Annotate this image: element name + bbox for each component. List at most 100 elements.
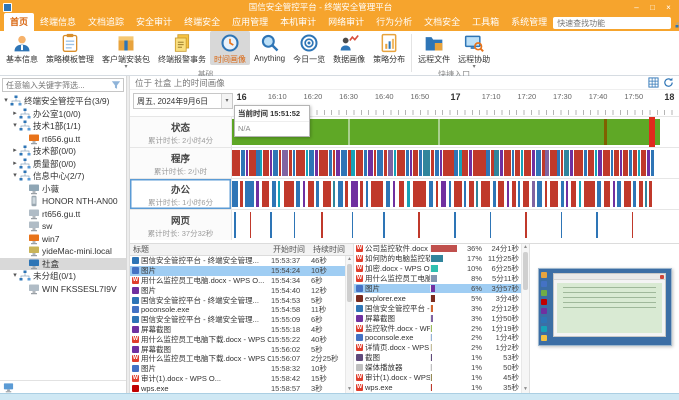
tab-网络审计[interactable]: 网络审计 [322, 13, 370, 31]
timeline-segment [598, 150, 602, 176]
col-start-time[interactable]: 开始时间 [273, 244, 313, 255]
date-picker[interactable]: 周五, 2024年9月6日 ▾ [133, 93, 233, 109]
ribbon: 基本信息策略模板管理客户端安装包▾终端报警事务时间画像Anything今日一览数… [0, 31, 679, 76]
shot-icon [356, 354, 363, 361]
col-duration[interactable]: 持续时间 [313, 244, 353, 255]
usage-scrollbar[interactable]: ▲ ▼ [521, 244, 529, 393]
timeline-row-label[interactable]: 程序累计时长: 2小时 [130, 148, 232, 178]
tab-系统管理[interactable]: 系统管理 [505, 13, 553, 31]
tree-node-sw[interactable]: sw [0, 220, 126, 233]
tick-16:50: 16:50 [410, 92, 429, 101]
tab-工具箱[interactable]: 工具箱 [466, 13, 505, 31]
minimize-button[interactable]: – [629, 1, 644, 14]
timeline-row-状态[interactable]: 状态累计时长: 2小时4分 [130, 116, 679, 147]
ribbon-button-远程文件[interactable]: 远程文件 [414, 31, 454, 65]
timeline-segment [512, 150, 515, 176]
ribbon-button-数据画像[interactable]: 数据画像 [329, 31, 369, 65]
activity-start-time: 15:58:57 [271, 384, 311, 393]
activity-row[interactable]: wps.exe15:58:573秒 [130, 383, 345, 393]
tree-node-信息中心(2/7)[interactable]: ▾信息中心(2/7) [0, 170, 126, 183]
usage-row[interactable]: Wwps.exe1%35秒 [354, 382, 521, 392]
tab-首页[interactable]: 首页 [4, 13, 34, 31]
timeline-row-程序[interactable]: 程序累计时长: 2小时 [130, 147, 679, 178]
expand-arrow-icon[interactable]: ▸ [11, 158, 19, 170]
tree-node-技术1部(1/1)[interactable]: ▾技术1部(1/1) [0, 120, 126, 133]
tab-安全审计[interactable]: 安全审计 [130, 13, 178, 31]
img-icon [132, 365, 139, 372]
scroll-up-icon[interactable]: ▲ [523, 244, 528, 251]
tree-node-WIN FKSSESL7I9V[interactable]: WIN FKSSESL7I9V [0, 283, 126, 296]
expand-arrow-icon[interactable]: ▾ [11, 270, 19, 282]
tree-node-未分组(0/1)[interactable]: ▾未分组(0/1) [0, 270, 126, 283]
ribbon-button-策略分布[interactable]: 策略分布 [369, 31, 409, 65]
timeline-row-label[interactable]: 办公累计时长: 1小时6分 [130, 179, 232, 209]
app-icon [132, 316, 139, 323]
tree-node-技术部(0/0)[interactable]: ▸技术部(0/0) [0, 145, 126, 158]
timeline-segment [241, 150, 245, 176]
timeline-row-label[interactable]: 网页累计时长: 37分32秒 [130, 210, 232, 240]
tab-行为分析[interactable]: 行为分析 [370, 13, 418, 31]
ribbon-button-Anything[interactable]: Anything [250, 31, 289, 63]
quick-search-input[interactable] [553, 17, 671, 29]
grid-icon[interactable] [648, 77, 659, 88]
timeline-segment [614, 150, 618, 176]
scroll-down-icon[interactable]: ▼ [523, 386, 528, 393]
tree-node-终端安全管控平台(3/9)[interactable]: ▾终端安全管控平台(3/9) [0, 95, 126, 108]
expand-arrow-icon[interactable]: ▾ [2, 95, 10, 107]
ribbon-button-基本信息[interactable]: 基本信息 [2, 31, 42, 65]
filter-funnel-icon[interactable] [111, 80, 121, 90]
ribbon-button-远程协助[interactable]: 远程协助▾ [454, 31, 494, 69]
tree-node-质量部(0/0)[interactable]: ▸质量部(0/0) [0, 158, 126, 171]
ribbon-button-终端报警事务[interactable]: 终端报警事务 [154, 31, 210, 65]
maximize-button[interactable]: □ [645, 1, 660, 14]
scroll-down-icon[interactable]: ▼ [347, 386, 352, 393]
wps-icon: W [356, 325, 363, 332]
ribbon-button-今日一览[interactable]: 今日一览 [289, 31, 329, 65]
org-tree-icon[interactable] [675, 17, 679, 29]
refresh-icon[interactable] [663, 77, 674, 88]
tab-本机审计[interactable]: 本机审计 [274, 13, 322, 31]
scroll-up-icon[interactable]: ▲ [347, 256, 352, 263]
scroll-thumb[interactable] [347, 264, 352, 302]
ribbon-button-客户端安装包[interactable]: 客户端安装包▾ [98, 31, 154, 69]
terminal-view-icon[interactable] [3, 382, 14, 393]
expand-arrow-icon[interactable]: ▾ [11, 120, 19, 132]
ribbon-button-时间画像[interactable]: 时间画像 [210, 31, 250, 65]
timeline-row-办公[interactable]: 办公累计时长: 1小时6分 [130, 178, 679, 209]
dropdown-caret-icon[interactable]: ▾ [473, 65, 476, 69]
expand-arrow-icon[interactable]: ▸ [11, 108, 19, 120]
activity-scrollbar[interactable]: ▲ ▼ [345, 256, 353, 393]
timeline-segment [356, 150, 364, 176]
col-title[interactable]: 标题 [130, 244, 273, 255]
tab-应用管理[interactable]: 应用管理 [226, 13, 274, 31]
timeline-segment [388, 150, 392, 176]
tree-filter-input[interactable] [3, 81, 111, 90]
close-button[interactable]: × [661, 1, 676, 14]
tree-node-yideMac-mini.local[interactable]: yideMac-mini.local [0, 245, 126, 258]
screen-thumbnail[interactable] [538, 268, 672, 346]
tree-node-label: 社盒 [42, 258, 59, 270]
terminal-icon [28, 233, 40, 245]
timeline-segment [524, 150, 532, 176]
scroll-thumb[interactable] [523, 252, 528, 290]
tree-node-HONOR NTH-AN00[interactable]: HONOR NTH-AN00 [0, 195, 126, 208]
tab-终端信息[interactable]: 终端信息 [34, 13, 82, 31]
date-picker-caret[interactable]: ▾ [221, 94, 232, 108]
dropdown-caret-icon[interactable]: ▾ [124, 65, 127, 69]
expand-arrow-icon[interactable]: ▾ [11, 170, 19, 182]
tree-node-win7[interactable]: win7 [0, 233, 126, 246]
timeline-row-label[interactable]: 状态累计时长: 2小时4分 [130, 117, 232, 147]
timeline-row-网页[interactable]: 网页累计时长: 37分32秒 [130, 209, 679, 240]
tree-node-rt656.gu.tt[interactable]: rt656.gu.tt [0, 208, 126, 221]
tab-文档安全[interactable]: 文档安全 [418, 13, 466, 31]
ribbon-button-策略模板管理[interactable]: 策略模板管理 [42, 31, 98, 65]
expand-arrow-icon[interactable]: ▸ [11, 145, 19, 157]
tree-node-办公室1(0/0)[interactable]: ▸办公室1(0/0) [0, 108, 126, 121]
tab-终端安全[interactable]: 终端安全 [178, 13, 226, 31]
timeline-segment [263, 150, 269, 176]
tab-文档追踪[interactable]: 文档追踪 [82, 13, 130, 31]
row-summary: 累计时长: 2小时 [130, 166, 231, 177]
tree-node-社盒[interactable]: 社盒 [0, 258, 126, 271]
tree-node-小薇[interactable]: 小薇 [0, 183, 126, 196]
tree-node-rt656.gu.tt[interactable]: rt656.gu.tt [0, 133, 126, 146]
